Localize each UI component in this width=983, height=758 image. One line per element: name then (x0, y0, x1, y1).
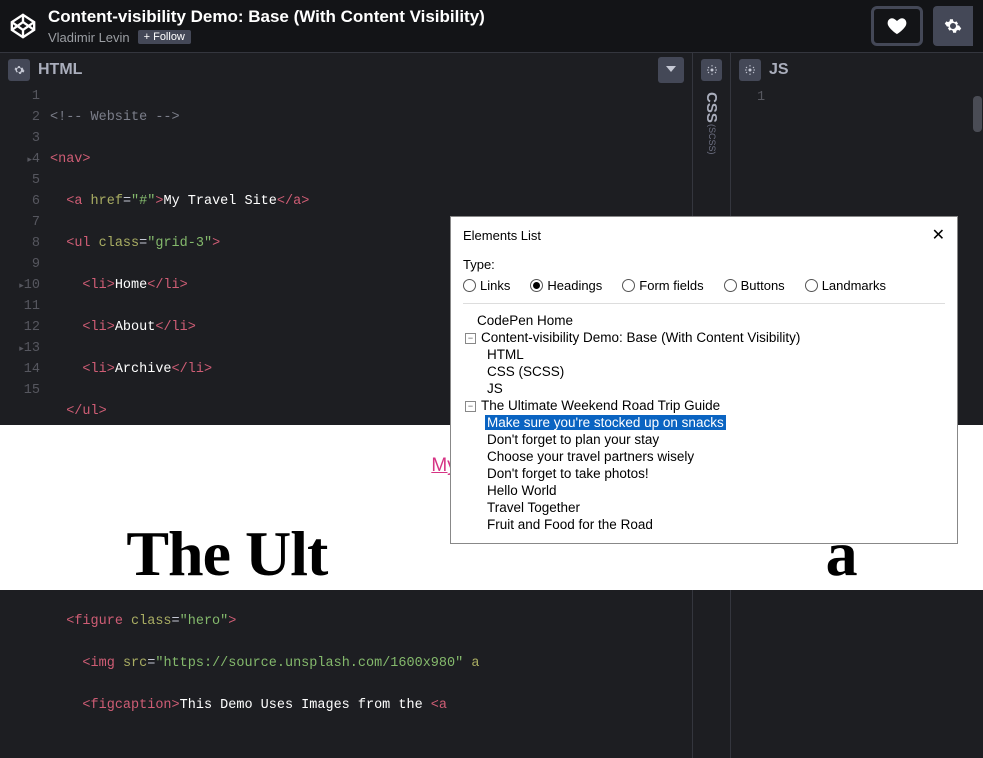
gear-icon (706, 64, 718, 76)
type-radio-group: Links Headings Form fields Buttons Landm… (463, 278, 945, 304)
tree-item[interactable]: HTML (463, 346, 945, 363)
tree-item[interactable]: Don't forget to plan your stay (463, 431, 945, 448)
elements-list-dialog: Elements List ✕ Type: Links Headings For… (450, 216, 958, 544)
chevron-down-icon (666, 66, 676, 73)
gear-icon (13, 64, 25, 76)
tree-item[interactable]: JS (463, 380, 945, 397)
heart-icon (887, 17, 907, 35)
gear-icon (744, 64, 756, 76)
close-button[interactable]: ✕ (932, 225, 945, 245)
headings-tree[interactable]: CodePen Home −Content-visibility Demo: B… (463, 312, 945, 533)
tree-item[interactable]: Fruit and Food for the Road (463, 516, 945, 533)
html-label: HTML (38, 61, 82, 79)
tree-item[interactable]: −The Ultimate Weekend Road Trip Guide (463, 397, 945, 414)
follow-button[interactable]: +Follow (138, 30, 191, 44)
tree-item[interactable]: Travel Together (463, 499, 945, 516)
like-button[interactable] (871, 6, 923, 46)
dialog-title: Elements List (463, 228, 932, 243)
app-header: Content-visibility Demo: Base (With Cont… (0, 0, 983, 52)
tree-item-active[interactable]: Make sure you're stocked up on snacks (463, 414, 945, 431)
js-editor[interactable]: 1 (731, 86, 983, 105)
html-pane-header: HTML (0, 52, 692, 86)
codepen-logo-icon[interactable] (10, 13, 36, 39)
tree-item[interactable]: CodePen Home (463, 312, 945, 329)
pen-title: Content-visibility Demo: Base (With Cont… (48, 7, 485, 27)
collapse-icon[interactable]: − (465, 401, 476, 412)
line-gutter: 123▸456789▸101112▸131415 (0, 86, 50, 758)
css-label: CSS (703, 92, 720, 123)
tree-item[interactable]: −Content-visibility Demo: Base (With Con… (463, 329, 945, 346)
title-block: Content-visibility Demo: Base (With Cont… (48, 7, 485, 44)
radio-links[interactable]: Links (463, 278, 510, 293)
scrollbar-thumb[interactable] (973, 96, 982, 132)
css-settings-button[interactable] (701, 59, 722, 81)
radio-form-fields[interactable]: Form fields (622, 278, 703, 293)
radio-buttons[interactable]: Buttons (724, 278, 785, 293)
radio-landmarks[interactable]: Landmarks (805, 278, 886, 293)
html-settings-button[interactable] (8, 59, 30, 81)
dialog-header: Elements List ✕ (451, 217, 957, 253)
radio-headings[interactable]: Headings (530, 278, 602, 293)
js-settings-button[interactable] (739, 59, 761, 81)
js-pane-header: JS (731, 52, 983, 86)
gear-icon (944, 17, 962, 35)
css-sublabel: (SCSS) (707, 124, 717, 155)
settings-button[interactable] (933, 6, 973, 46)
type-label: Type: (463, 257, 945, 272)
html-options-button[interactable] (658, 57, 684, 83)
tree-item[interactable]: Choose your travel partners wisely (463, 448, 945, 465)
author-name[interactable]: Vladimir Levin (48, 30, 130, 45)
tree-item[interactable]: Don't forget to take photos! (463, 465, 945, 482)
collapse-icon[interactable]: − (465, 333, 476, 344)
js-label: JS (769, 61, 789, 79)
tree-item[interactable]: Hello World (463, 482, 945, 499)
tree-item[interactable]: CSS (SCSS) (463, 363, 945, 380)
